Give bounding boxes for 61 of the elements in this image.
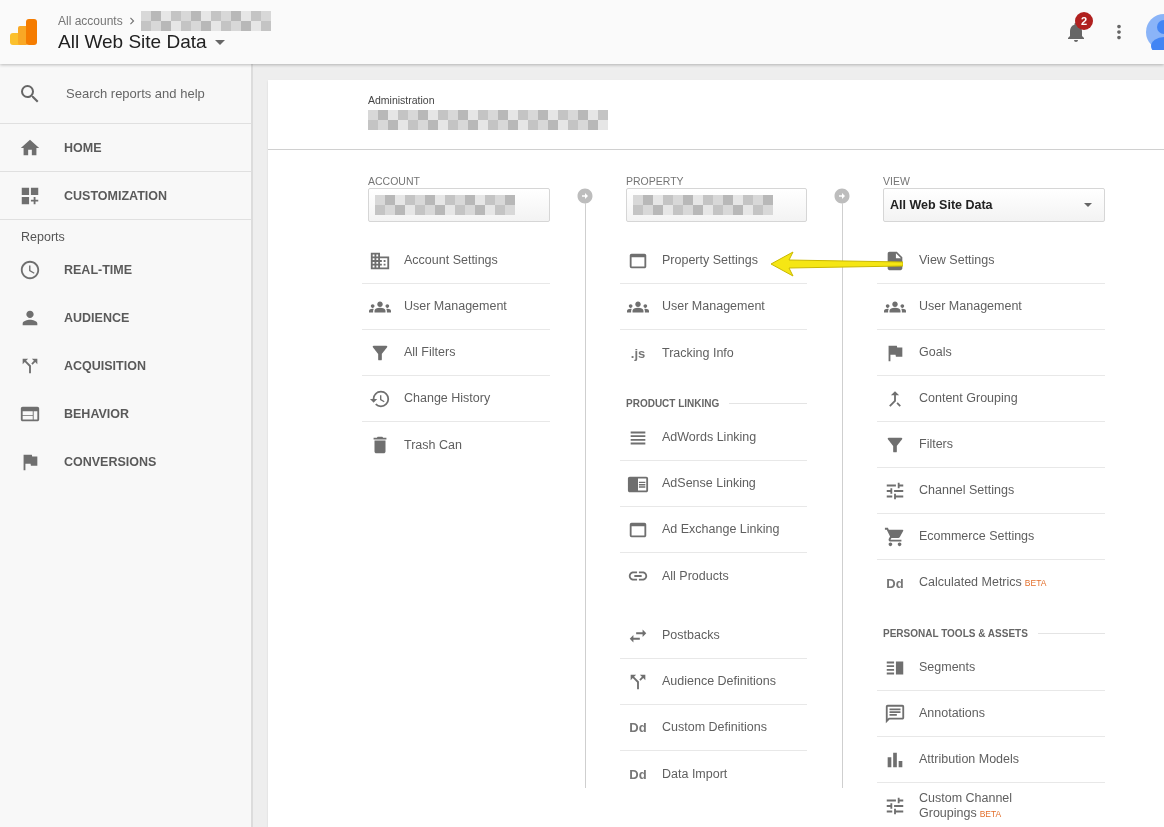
view-select[interactable]: All Web Site Data [883,188,1105,222]
menu-link[interactable]: User Management [919,299,1022,314]
menu-link[interactable]: Property Settings [662,253,758,268]
menu-link[interactable]: Data Import [662,766,728,782]
select-field[interactable] [368,188,550,222]
section-heading: PRODUCT LINKING [626,398,720,409]
menu-link[interactable]: Tracking Info [662,345,734,361]
menu-link[interactable]: Audience Definitions [662,674,776,689]
menu-link[interactable]: Trash Can [404,437,462,453]
search-field[interactable]: Search reports and help [66,86,205,101]
page-title: Administration [368,94,436,106]
menu-link[interactable]: Channel Settings [919,483,1015,498]
select-field[interactable] [626,188,807,222]
clock-icon [19,259,41,281]
nav-item[interactable]: AUDIENCE [0,294,251,342]
nav-item[interactable]: CONVERSIONS [0,438,251,486]
nav-item[interactable]: BEHAVIOR [0,390,251,438]
avatar-icon[interactable] [1146,14,1164,50]
menu-link[interactable]: Account Settings [404,253,498,268]
nav-item[interactable]: REAL-TIME [0,246,251,294]
menu-link[interactable]: Content Grouping [919,391,1018,406]
menu-link[interactable]: Postbacks [662,628,720,643]
menu-link[interactable]: All Filters [404,345,456,360]
column-heading: VIEW [882,175,911,188]
sliders-icon [884,795,906,817]
column-heading: PROPERTY [625,175,685,188]
caret-icon [214,39,225,45]
menu-link[interactable]: User Management [662,299,765,314]
menu-link[interactable]: AdSense Linking [662,476,756,491]
nav-item[interactable]: ACQUISITION [0,342,251,390]
breadcrumb-link[interactable]: All accounts [58,14,123,28]
menu-link[interactable]: All Products [662,568,729,584]
menu-link[interactable]: Segments [919,660,976,675]
glyph-icon: Dd [886,575,904,591]
nav-item[interactable]: HOME [0,124,251,172]
section-heading: PERSONAL TOOLS & ASSETS [883,628,1028,639]
view-title[interactable]: All Web Site Data [58,31,1064,53]
column-heading: ACCOUNT [367,175,421,188]
menu-link[interactable]: Filters [919,437,954,452]
menu-link[interactable]: AdWords Linking [662,430,757,445]
menu-link[interactable]: Annotations [919,706,986,721]
menu-link[interactable]: Ecommerce Settings [919,529,1035,544]
menu-link[interactable]: Attribution Models [919,752,1020,767]
glyph-icon: Dd [629,720,647,735]
menu-link[interactable]: Custom Channel Groupings BETA [919,790,1097,822]
glyph-icon: .js [630,345,646,361]
section-label: Reports [20,229,66,246]
glyph-icon: Dd [629,766,647,782]
chat-icon [884,702,906,725]
caret-icon [1084,203,1092,207]
notification-badge: 2 [1075,12,1093,30]
nav-item[interactable]: CUSTOMIZATION [0,172,251,220]
menu-link[interactable]: User Management [404,299,507,314]
menu-link[interactable]: Custom Definitions [662,720,767,735]
menu-link[interactable]: View Settings [919,253,995,268]
menu-link[interactable]: Calculated Metrics BETA [919,575,1047,591]
logo-icon [10,19,38,45]
menu-link[interactable]: Ad Exchange Linking [662,522,780,537]
cart-icon [884,525,906,548]
menu-link[interactable]: Goals [919,345,952,360]
menu-link[interactable]: Change History [404,391,491,406]
